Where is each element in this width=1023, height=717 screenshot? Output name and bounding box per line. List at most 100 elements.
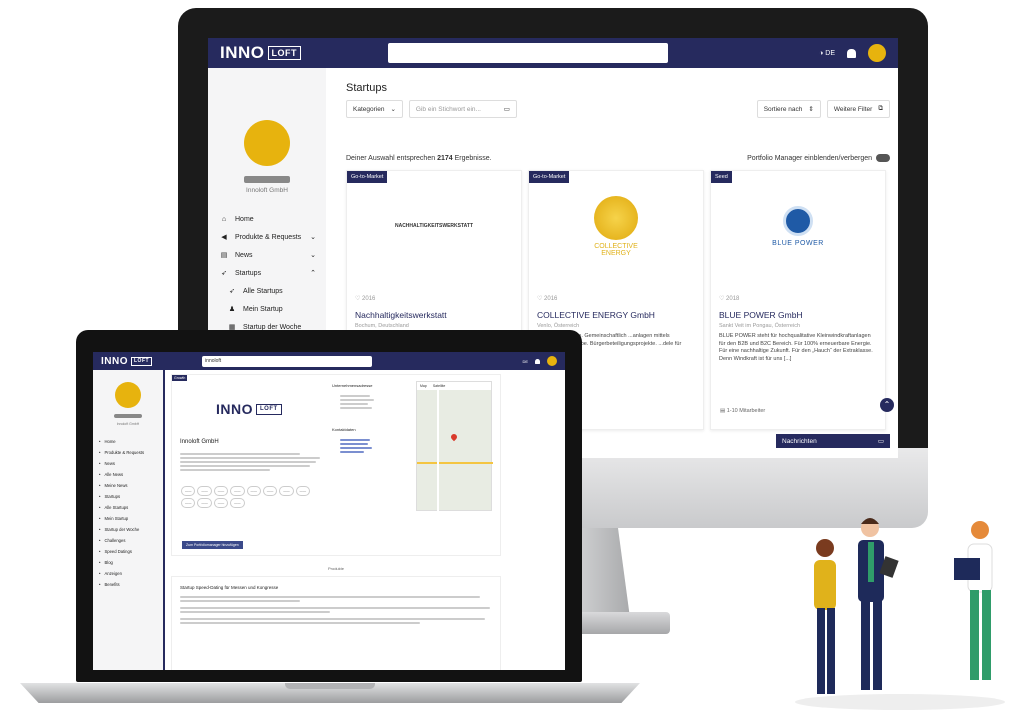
address-line — [340, 403, 368, 405]
map-pin-icon — [449, 432, 459, 442]
card-year: ♡ 2016 — [355, 296, 376, 302]
card-location: Bochum, Deutschland — [355, 323, 409, 329]
sidebar-item-label: Startups — [235, 269, 262, 277]
category-dropdown[interactable]: Kategorien ⌄ — [346, 100, 403, 118]
pill[interactable]: —— — [197, 498, 212, 508]
messages-bar[interactable]: Nachrichten ▭ — [776, 434, 890, 448]
laptop-nav-item[interactable]: • Speed Datings — [93, 546, 163, 557]
laptop-nav-item[interactable]: • Alle News — [93, 469, 163, 480]
map-tab[interactable]: Map — [420, 384, 427, 388]
pill[interactable]: —— — [230, 498, 245, 508]
tag-pills: —— —— —— —— —— —— —— ———— —— —— —— — [180, 485, 320, 509]
map-widget[interactable]: Map Satellite — [416, 381, 493, 512]
laptop-logo[interactable]: INNO LOFT — [101, 356, 153, 367]
product-card[interactable]: Startup Speed-Dating für Messen und Kong… — [171, 576, 501, 670]
sort-button[interactable]: Sortiere nach ⇕ — [756, 100, 821, 118]
innoloft-logo[interactable]: INNO LOFT — [220, 43, 301, 63]
card-logo-area: BLUE POWER — [711, 171, 885, 281]
laptop-nav-item[interactable]: • Startups — [93, 491, 163, 502]
laptop-nav-item[interactable]: • News — [93, 458, 163, 469]
pill[interactable]: —— — [279, 486, 294, 496]
pill[interactable]: —— — [181, 486, 196, 496]
pill[interactable]: —— — [230, 486, 245, 496]
laptop-search-input[interactable]: innoloft — [202, 355, 373, 367]
startup-card[interactable]: Seed BLUE POWER ♡ 2018 BLUE POWER GmbH Sankt… — [710, 170, 886, 430]
pill[interactable]: —— — [262, 486, 278, 496]
satellite-tab[interactable]: Satellite — [433, 384, 445, 388]
laptop-avatar[interactable] — [547, 356, 557, 366]
pill[interactable]: —— — [197, 486, 212, 496]
user-avatar[interactable] — [868, 44, 886, 62]
laptop-nav-item[interactable]: • Mein Startup — [93, 513, 163, 524]
marketing-mockup: INNO LOFT ◑ DE Innoloft GmbH ⌂ Home ◀ Produ… — [0, 0, 1023, 717]
card-location: Sankt Veit im Pongau, Österreich — [719, 323, 801, 329]
header-actions: ◑ DE — [819, 44, 886, 62]
laptop-bell-icon[interactable] — [535, 358, 540, 364]
language-label: DE — [825, 49, 835, 57]
nav-bullet-icon: • — [99, 461, 101, 466]
bell-icon[interactable] — [847, 48, 856, 58]
laptop-nav-label: Mein Startup — [104, 516, 129, 521]
laptop-nav-item[interactable]: • Produkte & Requests — [93, 447, 163, 458]
filter-icon: ⧉ — [878, 105, 883, 112]
laptop-nav-item[interactable]: • Benefits — [93, 579, 163, 590]
sidebar-item-alle-startups[interactable]: ➶ Alle Startups — [208, 282, 326, 300]
add-to-portfolio-button[interactable]: Zum Portfoliomanager hinzufügen — [182, 541, 243, 549]
profile-avatar — [244, 120, 290, 166]
desc-line — [180, 600, 300, 602]
contact-lines — [340, 437, 380, 455]
scroll-top-button[interactable]: ⌃ — [880, 398, 894, 412]
sidebar-item-produkte-requests[interactable]: ◀ Produkte & Requests ⌄ — [208, 228, 326, 246]
sidebar-item-startups[interactable]: ➶ Startups ⌃ — [208, 264, 326, 282]
more-filters-button[interactable]: Weitere Filter ⧉ — [826, 100, 890, 118]
laptop-profile-company: Innoloft GmbH — [116, 422, 140, 426]
desc-line — [180, 461, 316, 463]
laptop-notch — [285, 683, 375, 689]
laptop-nav-item[interactable]: • Home — [93, 436, 163, 447]
sort-icon: ⇕ — [808, 106, 814, 113]
pill[interactable]: —— — [213, 486, 229, 496]
card-location: Venlo, Österreich — [537, 323, 580, 329]
profile-name-placeholder — [244, 176, 290, 183]
nav-bullet-icon: • — [99, 571, 101, 576]
chevron-down-icon: ⌄ — [390, 106, 396, 113]
pill[interactable]: —— — [181, 498, 196, 508]
desc-line — [180, 465, 310, 467]
pill[interactable]: —— — [246, 486, 261, 496]
pill[interactable]: —— — [213, 498, 229, 508]
results-prefix: Deiner Auswahl entsprechen — [346, 154, 436, 162]
card-title[interactable]: Nachhaltigkeitswerkstatt — [347, 310, 521, 320]
page-title: Startups — [346, 82, 387, 94]
laptop-nav-item[interactable]: • Challenges — [93, 535, 163, 546]
keyword-placeholder: Gib ein Stichwort ein... — [415, 105, 481, 113]
language-switch[interactable]: ◑ DE — [819, 50, 835, 57]
sidebar-item-home[interactable]: ⌂ Home — [208, 210, 326, 228]
woman-box-figure — [954, 521, 993, 680]
window-icon: ▭ — [877, 438, 884, 445]
address-label: Unternehmensadresse — [332, 383, 373, 388]
card-logo-area: COLLECTIVE ENERGY — [529, 171, 703, 281]
contact-line — [340, 443, 368, 445]
laptop-main: Growth INNO LOFT Innoloft GmbH —— —— —— —— ——… — [171, 374, 559, 670]
chevron-icon: ⌃ — [310, 270, 316, 277]
card-title[interactable]: COLLECTIVE ENERGY GmbH — [529, 310, 703, 320]
laptop-language[interactable]: DE — [522, 359, 528, 364]
nav-bullet-icon: • — [99, 538, 101, 543]
card-title[interactable]: BLUE POWER GmbH — [711, 310, 885, 320]
laptop-nav-item[interactable]: • Startup der Woche — [93, 524, 163, 535]
portfolio-toggle[interactable] — [876, 154, 890, 162]
laptop-nav-item[interactable]: • Blog — [93, 557, 163, 568]
global-search-input[interactable] — [388, 43, 668, 63]
sidebar-item-mein-startup[interactable]: ♟ Mein Startup — [208, 300, 326, 318]
pill[interactable]: —— — [295, 486, 310, 496]
address-lines — [340, 393, 380, 411]
chevron-icon: ⌄ — [310, 252, 316, 259]
laptop-nav-item[interactable]: • Alle Startups — [93, 502, 163, 513]
sidebar-item-label: Home — [235, 215, 254, 223]
laptop-nav-item[interactable]: • Anzeigen — [93, 568, 163, 579]
card-logo: NACHHALTIGKEITSWERKSTATT — [394, 223, 474, 229]
employees-text: ▤ 1-10 Mitarbeiter — [720, 408, 766, 414]
keyword-search-input[interactable]: Gib ein Stichwort ein... ▭ — [408, 100, 517, 118]
sidebar-item-news[interactable]: ▤ News ⌄ — [208, 246, 326, 264]
laptop-nav-item[interactable]: • Meine News — [93, 480, 163, 491]
